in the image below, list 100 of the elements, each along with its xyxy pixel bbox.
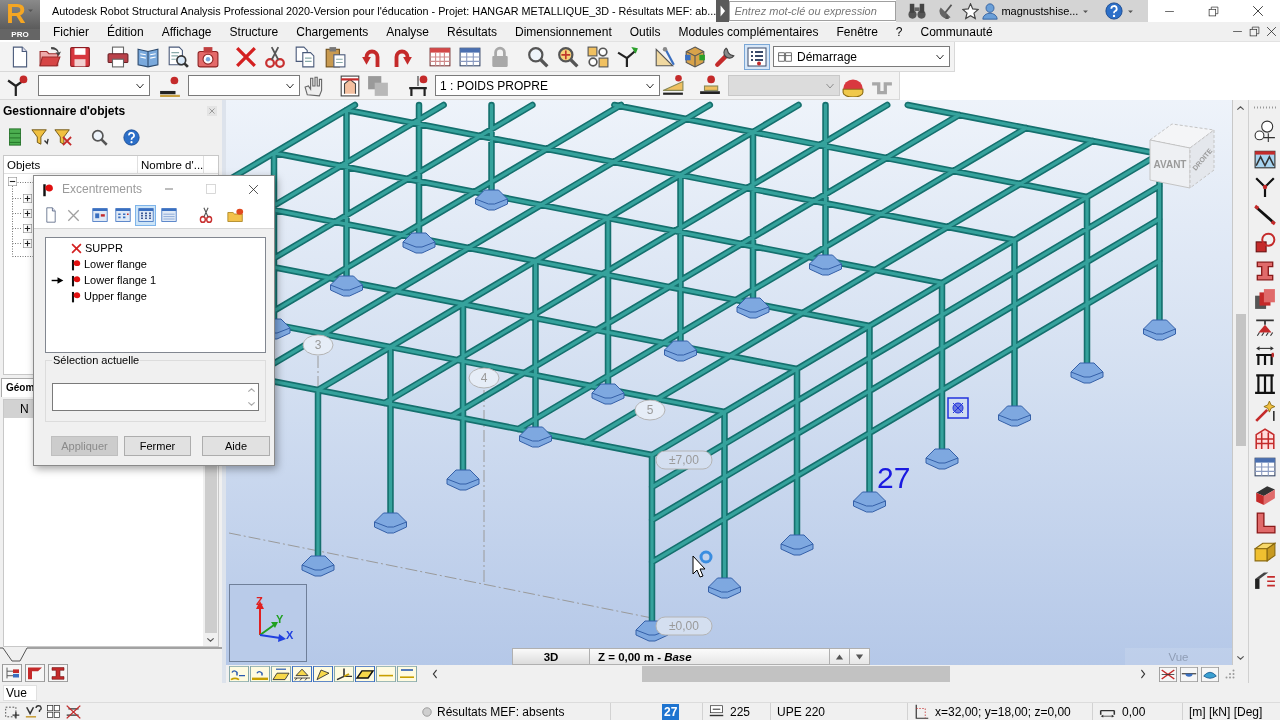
- dropdown[interactable]: [38, 75, 150, 96]
- cubes-icon[interactable]: [684, 45, 706, 68]
- chevron-up-icon[interactable]: [1236, 104, 1245, 112]
- panel-label-icon[interactable]: [271, 666, 291, 682]
- circles-cross-icon[interactable]: [1253, 120, 1276, 142]
- bar-shape-icon[interactable]: [313, 666, 333, 682]
- menu-item[interactable]: Communauté: [911, 24, 1002, 39]
- wand-icon[interactable]: [1253, 400, 1276, 422]
- user-name[interactable]: magnustshise...: [1001, 5, 1079, 17]
- vertical-scrollbar[interactable]: [1232, 100, 1248, 665]
- menu-item[interactable]: Dimensionnement: [506, 24, 621, 39]
- plus-box-icon[interactable]: [23, 224, 32, 233]
- menu-item[interactable]: Affichage: [152, 24, 221, 39]
- scissors-icon[interactable]: [264, 45, 286, 68]
- up-triangle-icon[interactable]: [835, 652, 844, 661]
- close-icon[interactable]: [1251, 5, 1264, 17]
- squares-circles-icon[interactable]: [587, 45, 609, 68]
- building-frame-icon[interactable]: [1253, 428, 1276, 450]
- beam-view-icon[interactable]: [48, 663, 68, 682]
- load-block-icon[interactable]: [699, 74, 721, 97]
- view-field[interactable]: Vue: [3, 684, 37, 701]
- work-plane-selector[interactable]: Z = 0,00 m - Base: [590, 648, 830, 665]
- plus-box-icon[interactable]: [23, 194, 32, 203]
- copy-icon[interactable]: [294, 45, 316, 68]
- resize-grip-icon[interactable]: [1225, 669, 1235, 679]
- search-field[interactable]: Entrez mot-clé ou expression: [729, 1, 897, 21]
- help-icon[interactable]: [123, 128, 140, 146]
- bar-list-icon[interactable]: [7, 128, 23, 146]
- load-bars-icon[interactable]: [1253, 344, 1276, 366]
- menu-item[interactable]: Analyse: [377, 24, 438, 39]
- table-icon[interactable]: [1253, 456, 1276, 478]
- list-item[interactable]: Lower flange: [46, 256, 150, 272]
- scroll-thumb[interactable]: [642, 666, 950, 682]
- list-item[interactable]: SUPPR: [46, 240, 126, 256]
- delete-icon[interactable]: [235, 45, 257, 68]
- plus-box-icon[interactable]: [23, 209, 32, 218]
- list-item[interactable]: Upper flange: [46, 288, 150, 304]
- filter-icon[interactable]: [31, 128, 49, 146]
- layout-icon[interactable]: [778, 49, 792, 64]
- folder-icon[interactable]: [39, 45, 61, 68]
- beam-section-icon[interactable]: [1253, 484, 1276, 506]
- spreadsheet-icon[interactable]: [429, 45, 451, 68]
- app-menu-logo[interactable]: R PRO: [0, 0, 40, 40]
- sloped-load-icon[interactable]: [662, 74, 684, 97]
- bowl-icon[interactable]: [1180, 666, 1198, 682]
- print-preview-icon[interactable]: [167, 45, 189, 68]
- magnifier-icon[interactable]: [91, 128, 108, 146]
- query-icon[interactable]: [25, 703, 42, 720]
- close-icon[interactable]: [247, 183, 259, 195]
- caret-icon[interactable]: [1127, 7, 1135, 15]
- filter-clear-icon[interactable]: [54, 128, 72, 146]
- table-load-icon[interactable]: [407, 74, 429, 97]
- view-tab[interactable]: 3D: [512, 648, 590, 665]
- book-icon[interactable]: [137, 45, 159, 68]
- new-file-icon[interactable]: [44, 207, 58, 223]
- column-header[interactable]: Objets: [4, 156, 138, 173]
- zoom-extents-icon[interactable]: [557, 45, 579, 68]
- frame-icon[interactable]: [339, 74, 361, 97]
- tree-view-icon[interactable]: [2, 663, 22, 682]
- chevron-down-icon[interactable]: [1236, 654, 1245, 662]
- menu-item[interactable]: ?: [886, 24, 912, 39]
- restore-icon[interactable]: [1249, 26, 1260, 37]
- cube-ring-icon[interactable]: [1253, 232, 1276, 254]
- menu-item[interactable]: Édition: [98, 24, 153, 39]
- scissors-icon[interactable]: [199, 207, 213, 223]
- chevron-left-icon[interactable]: [431, 669, 439, 679]
- chevron-right-icon[interactable]: [1139, 669, 1147, 679]
- bar-label-icon[interactable]: [250, 666, 270, 682]
- clipboard-icon[interactable]: [324, 45, 346, 68]
- menu-item[interactable]: Fichier: [44, 24, 98, 39]
- binoculars-icon[interactable]: [908, 2, 927, 20]
- star-icon[interactable]: [962, 2, 980, 20]
- dropdown[interactable]: [188, 75, 300, 96]
- toolbar-grip[interactable]: [1253, 106, 1276, 109]
- dialog-button[interactable]: Fermer: [124, 436, 191, 456]
- lens-icon[interactable]: [1201, 666, 1219, 682]
- axes-icon[interactable]: [617, 45, 639, 68]
- menu-item[interactable]: Fenêtre: [827, 24, 887, 39]
- beam-icon[interactable]: [159, 74, 181, 97]
- dialog-button[interactable]: Aide: [202, 436, 270, 456]
- scroll-thumb[interactable]: [1235, 314, 1246, 446]
- menu-item[interactable]: Outils: [620, 24, 670, 39]
- wrench-icon[interactable]: [714, 45, 736, 68]
- dropdown[interactable]: Démarrage: [773, 46, 950, 67]
- close-icon[interactable]: [1266, 26, 1277, 37]
- up-button[interactable]: [830, 648, 850, 665]
- dropdown[interactable]: 1 : POIDS PROPRE: [435, 75, 660, 96]
- chevron-down-icon[interactable]: [206, 636, 215, 644]
- down-triangle-icon[interactable]: [855, 652, 864, 661]
- restore-icon[interactable]: [1208, 5, 1219, 17]
- help-icon[interactable]: [1105, 2, 1124, 20]
- table-icon[interactable]: [459, 45, 481, 68]
- save-icon[interactable]: [69, 45, 91, 68]
- grid-icon[interactable]: [46, 704, 61, 719]
- block-icon[interactable]: [1253, 540, 1276, 562]
- panel-shape-icon[interactable]: [355, 666, 375, 682]
- caret-icon[interactable]: [1082, 7, 1090, 15]
- truss-icon[interactable]: [1253, 148, 1276, 170]
- node-label-icon[interactable]: [229, 666, 249, 682]
- local-axes-icon[interactable]: [334, 666, 354, 682]
